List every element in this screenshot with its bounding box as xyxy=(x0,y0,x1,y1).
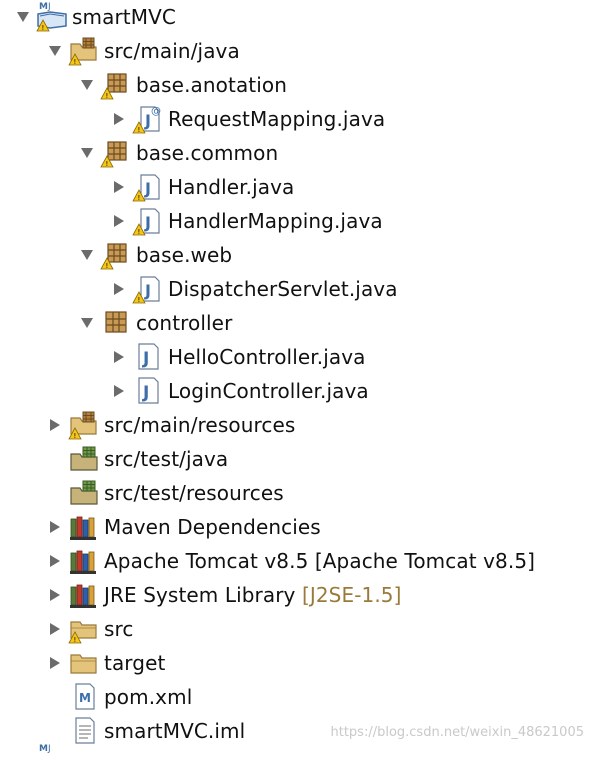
svg-text:@: @ xyxy=(151,106,161,117)
svg-text:!: ! xyxy=(106,92,109,100)
expand-right-chevron-icon[interactable] xyxy=(112,180,126,194)
svg-text:!: ! xyxy=(138,296,141,304)
tree-item-target[interactable]: target xyxy=(104,646,165,680)
folder-warning-icon: ! xyxy=(68,621,97,644)
java-file-icon: J xyxy=(138,377,159,404)
tree-item-dispatcherservlet-java[interactable]: DispatcherServlet.java xyxy=(168,272,398,306)
tree-item-smartmvc-iml[interactable]: smartMVC.iml xyxy=(104,714,245,748)
source-folder-icon xyxy=(70,446,98,471)
tree-item-maven-dependencies[interactable]: Maven Dependencies xyxy=(104,510,321,544)
java-file-warning-icon: J ! xyxy=(132,276,160,304)
svg-text:!: ! xyxy=(138,228,141,236)
java-annotation-file-warning-icon: J @ ! xyxy=(132,106,161,134)
maven-project-icon: M J xyxy=(39,744,51,754)
tree-item-apache-tomcat[interactable]: Apache Tomcat v8.5 [Apache Tomcat v8.5] xyxy=(104,544,535,578)
svg-text:J: J xyxy=(142,349,149,369)
source-folder-warning-icon: ! xyxy=(68,411,97,440)
expand-right-chevron-icon[interactable] xyxy=(112,384,126,398)
svg-text:M: M xyxy=(39,744,48,754)
tree-item-base-common[interactable]: base.common xyxy=(136,136,278,170)
tree-item-src-main-java[interactable]: src/main/java xyxy=(104,34,240,68)
tree-item-jre-system-library[interactable]: JRE System Library [J2SE-1.5] xyxy=(104,578,402,612)
svg-text:J: J xyxy=(144,111,151,130)
expand-right-chevron-icon[interactable] xyxy=(112,214,126,228)
java-file-icon: J xyxy=(138,343,159,370)
tree-item-handler-java[interactable]: Handler.java xyxy=(168,170,294,204)
expand-down-chevron-icon[interactable] xyxy=(80,316,94,330)
watermark: https://blog.csdn.net/weixin_48621005 xyxy=(330,725,584,740)
tree-item-base-anotation[interactable]: base.anotation xyxy=(136,68,287,102)
package-warning-icon: ! xyxy=(100,141,127,168)
expand-right-chevron-icon[interactable] xyxy=(48,418,62,432)
tree-item-src-test-resources[interactable]: src/test/resources xyxy=(104,476,284,510)
text-file-icon xyxy=(75,717,95,744)
tree-item-base-web[interactable]: base.web xyxy=(136,238,232,272)
svg-text:J: J xyxy=(144,179,151,198)
library-icon xyxy=(70,584,96,608)
tree-item-requestmapping-java[interactable]: RequestMapping.java xyxy=(168,102,385,136)
expand-down-chevron-icon[interactable] xyxy=(16,10,30,24)
package-warning-icon: ! xyxy=(100,73,127,100)
expand-right-chevron-icon[interactable] xyxy=(112,282,126,296)
tree-item-pom-xml[interactable]: pom.xml xyxy=(104,680,192,714)
expand-right-chevron-icon[interactable] xyxy=(112,112,126,126)
java-file-warning-icon: J ! xyxy=(132,174,160,202)
expand-right-chevron-icon[interactable] xyxy=(48,520,62,534)
expand-right-chevron-icon[interactable] xyxy=(48,656,62,670)
source-folder-warning-icon: ! xyxy=(68,37,97,66)
library-icon xyxy=(70,550,96,574)
package-warning-icon: ! xyxy=(100,243,127,270)
expand-right-chevron-icon[interactable] xyxy=(112,350,126,364)
svg-text:!: ! xyxy=(74,636,77,644)
maven-pom-icon: M xyxy=(75,683,95,710)
tree-item-hellocontroller-java[interactable]: HelloController.java xyxy=(168,340,366,374)
jre-version-decoration: [J2SE-1.5] xyxy=(301,583,402,607)
expand-right-chevron-icon[interactable] xyxy=(48,588,62,602)
expand-down-chevron-icon[interactable] xyxy=(80,146,94,160)
tree-item-smartmvc[interactable]: smartMVC xyxy=(72,0,176,34)
package-icon xyxy=(105,311,127,333)
svg-text:!: ! xyxy=(106,160,109,168)
tree-item-controller[interactable]: controller xyxy=(136,306,232,340)
tree-item-logincontroller-java[interactable]: LoginController.java xyxy=(168,374,369,408)
svg-text:!: ! xyxy=(138,194,141,202)
expand-down-chevron-icon[interactable] xyxy=(80,248,94,262)
expand-down-chevron-icon[interactable] xyxy=(80,78,94,92)
jre-label: JRE System Library xyxy=(104,583,296,607)
svg-text:J: J xyxy=(47,744,51,754)
svg-text:J: J xyxy=(144,281,151,300)
tree-item-src[interactable]: src xyxy=(104,612,134,646)
svg-text:!: ! xyxy=(106,262,109,270)
project-explorer-tree: M J ! smartMVC ! src/main/java ! base.an… xyxy=(0,0,592,754)
svg-text:!: ! xyxy=(74,432,77,440)
svg-text:M: M xyxy=(39,2,48,12)
expand-right-chevron-icon[interactable] xyxy=(48,622,62,636)
svg-text:!: ! xyxy=(74,58,77,66)
maven-project-icon: M J ! xyxy=(36,2,67,32)
svg-text:!: ! xyxy=(42,24,45,32)
java-file-warning-icon: J ! xyxy=(132,208,160,236)
tree-item-src-test-java[interactable]: src/test/java xyxy=(104,442,228,476)
expand-down-chevron-icon[interactable] xyxy=(48,44,62,58)
library-icon xyxy=(70,516,96,540)
svg-text:M: M xyxy=(79,691,91,705)
expand-right-chevron-icon[interactable] xyxy=(48,554,62,568)
svg-text:J: J xyxy=(142,383,149,403)
svg-text:!: ! xyxy=(138,126,141,134)
svg-text:J: J xyxy=(47,2,51,12)
tree-item-handlermapping-java[interactable]: HandlerMapping.java xyxy=(168,204,383,238)
tree-item-src-main-resources[interactable]: src/main/resources xyxy=(104,408,295,442)
source-folder-icon xyxy=(70,480,98,505)
folder-icon xyxy=(70,654,97,674)
svg-text:J: J xyxy=(144,213,151,232)
